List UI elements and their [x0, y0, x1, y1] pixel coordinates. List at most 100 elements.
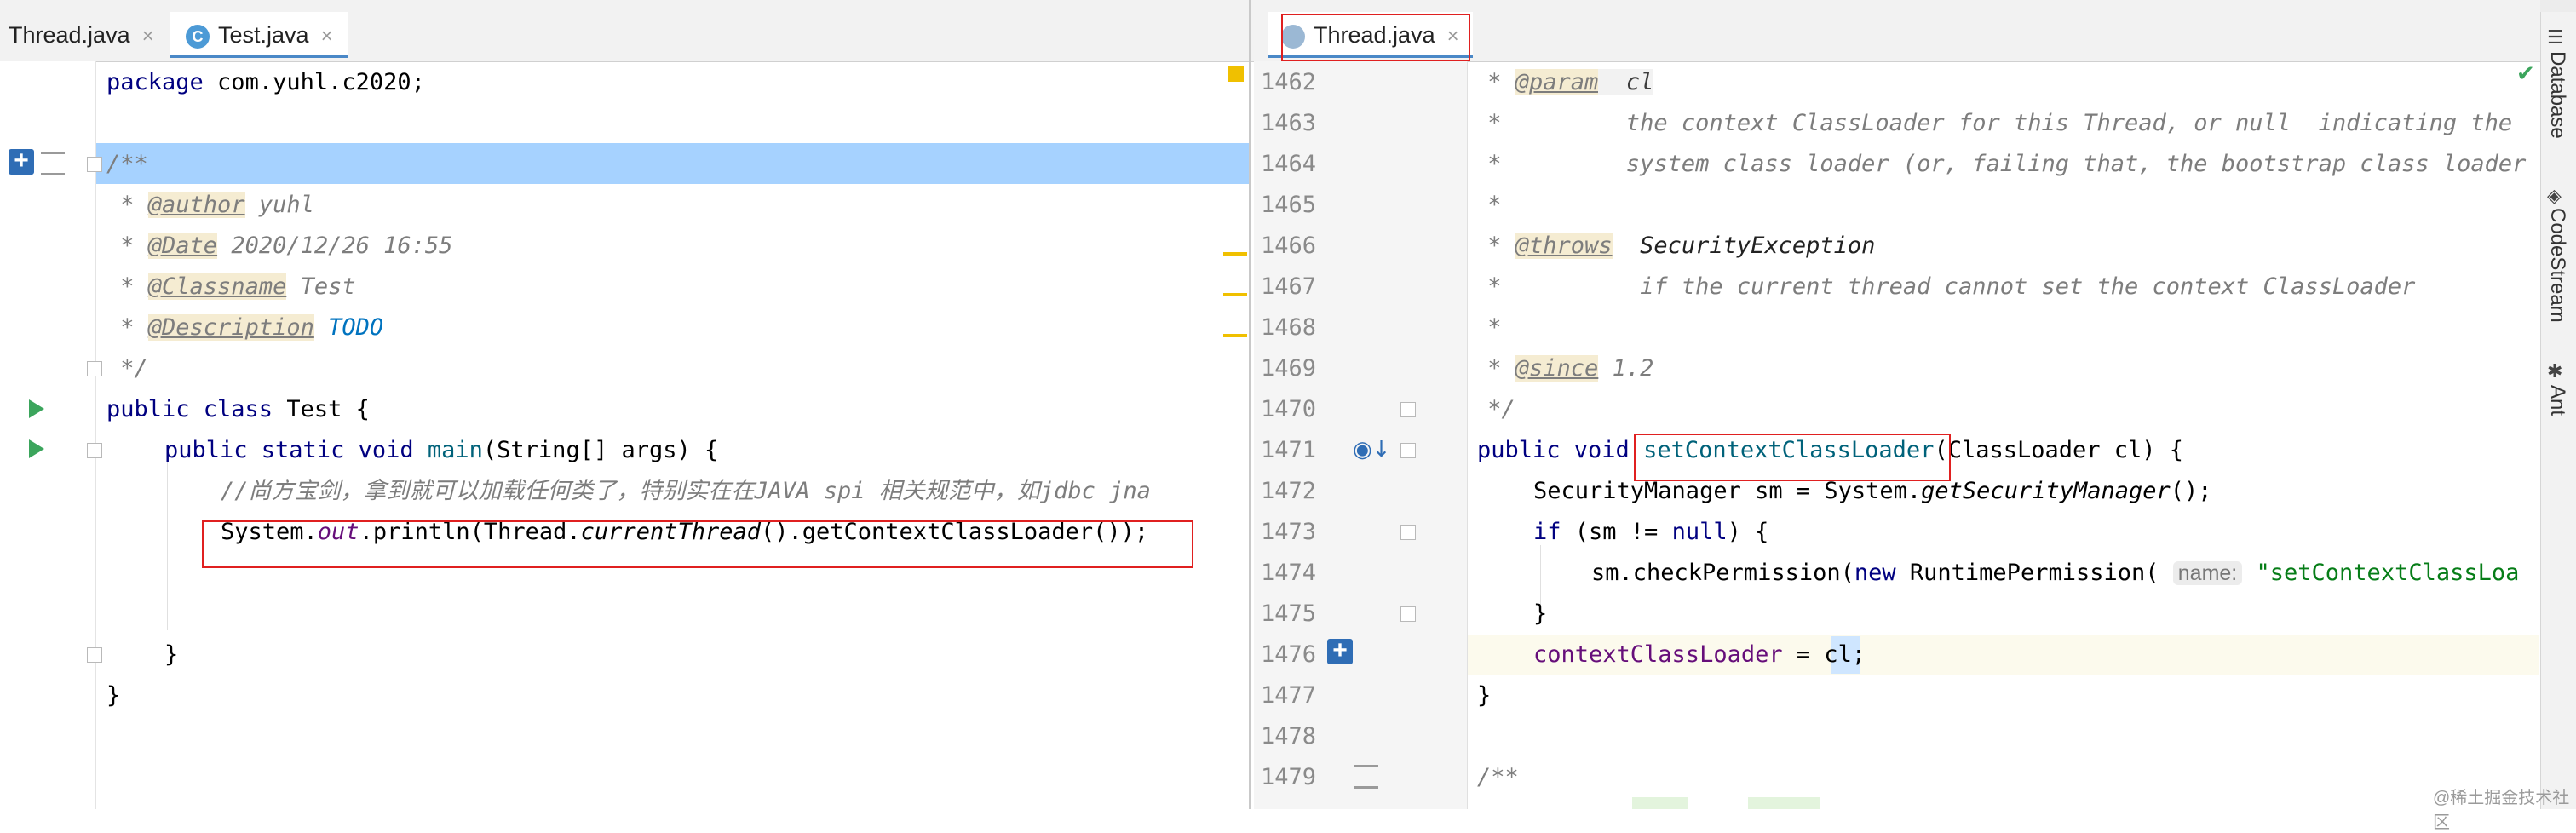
fold-icon[interactable]: [87, 157, 102, 172]
tool-ant[interactable]: Ant: [2545, 385, 2569, 416]
line-number: 1463: [1261, 110, 1317, 136]
comment-text: 2020/12/26 16:55: [217, 233, 453, 259]
code-line: * @Classname Test: [106, 267, 356, 307]
comment-text: *: [106, 233, 148, 259]
code-line: /**: [106, 151, 148, 177]
comment-text: *: [1474, 355, 1515, 382]
fold-icon[interactable]: [87, 443, 102, 458]
todo-text: TODO: [328, 314, 384, 341]
add-icon[interactable]: +: [9, 148, 34, 175]
list-icon[interactable]: [41, 152, 65, 175]
code-text: Test {: [273, 396, 370, 422]
static-method: getSecurityManager: [1921, 478, 2171, 504]
code-line: * system class loader (or, failing that,…: [1474, 151, 2527, 177]
comment-text: *: [1474, 69, 1515, 95]
comment-text: SecurityException: [1612, 233, 1876, 259]
line-number: 1468: [1261, 314, 1317, 341]
run-icon[interactable]: [29, 439, 44, 458]
code-text: =: [1782, 641, 1825, 668]
code-line: }: [1533, 600, 1548, 627]
line-number: 1475: [1261, 600, 1317, 627]
code-line: *: [1474, 192, 1502, 218]
setContextClassLoader-highlight-box: [1634, 434, 1951, 481]
code-line: package com.yuhl.c2020;: [106, 62, 425, 103]
code-line: public static void main(String[] args) {: [164, 430, 718, 471]
line-number: 1465: [1261, 192, 1317, 218]
code-line: public class Test {: [106, 389, 370, 430]
comment-text: yuhl: [244, 192, 314, 218]
ant-icon: ✱: [2547, 361, 2563, 382]
line-number: 1464: [1261, 151, 1317, 177]
string-literal: "setContextClassLoa: [2256, 560, 2520, 586]
code-line: //尚方宝剑，拿到就可以加载任何类了，特别实在在JAVA spi 相关规范中，如…: [221, 478, 1151, 504]
left-tab-bar: Thread.java × C Test.java ×: [0, 0, 1249, 62]
code-line: }: [106, 682, 121, 709]
code-line: if (sm != null) {: [1533, 512, 1768, 553]
class-icon: C: [186, 24, 210, 49]
comment-text: Test: [286, 273, 356, 300]
comment-text: *: [106, 314, 148, 341]
code-text: ;: [1851, 641, 1866, 668]
line-number: 1467: [1261, 273, 1317, 300]
javadoc-tag: @param: [1515, 69, 1599, 95]
close-icon[interactable]: ×: [142, 25, 154, 48]
code-line: */: [106, 355, 148, 382]
line-number: 1462: [1261, 69, 1317, 95]
keyword: public static void: [164, 437, 414, 463]
tab-label: Thread.java: [9, 22, 130, 48]
keyword: package: [106, 69, 204, 95]
code-line: }: [164, 641, 179, 668]
line-number: 1479: [1261, 764, 1317, 790]
method-name: main: [427, 437, 483, 463]
code-line: * @since 1.2: [1474, 348, 1653, 389]
code-line: /**: [1477, 764, 1519, 790]
code-text: (ClassLoader cl) {: [1934, 437, 2184, 463]
code-line: * if the current thread cannot set the c…: [1474, 273, 2416, 300]
keyword: public class: [106, 396, 273, 422]
line-number: 1470: [1261, 396, 1317, 422]
line-number: 1474: [1261, 560, 1317, 586]
diff-marker: [1748, 797, 1820, 809]
line-number: 1478: [1261, 723, 1317, 750]
instance-field: contextClassLoader: [1533, 641, 1783, 668]
line-number: 1472: [1261, 478, 1317, 504]
run-icon[interactable]: [29, 399, 44, 418]
comment-text: *: [106, 192, 148, 218]
code-text: sm.checkPermission(: [1591, 560, 1854, 586]
split-divider[interactable]: [1249, 0, 1251, 809]
comment-text: cl: [1598, 69, 1654, 95]
left-code: package com.yuhl.c2020; /** * @author yu…: [106, 62, 1248, 809]
code-text: com.yuhl.c2020;: [203, 69, 425, 95]
close-icon[interactable]: ×: [321, 25, 333, 48]
tab-label: Test.java: [218, 22, 309, 48]
code-text: ();: [2170, 478, 2212, 504]
line-number: 1469: [1261, 355, 1317, 382]
tool-database[interactable]: Database: [2545, 51, 2569, 139]
code-text: SecurityManager sm = System.: [1533, 478, 1922, 504]
code-text: (sm !=: [1561, 519, 1672, 545]
code-line: * @author yuhl: [106, 185, 314, 226]
keyword: new: [1854, 560, 1896, 586]
comment-text: *: [1474, 233, 1515, 259]
tool-codestream[interactable]: CodeStream: [2545, 208, 2569, 323]
line-number: 1471: [1261, 437, 1317, 463]
parameter-hint: name:: [2172, 561, 2243, 585]
diff-marker: [1632, 797, 1688, 809]
line-number: 1476: [1261, 641, 1317, 668]
thread-tab-highlight-box: [1281, 14, 1470, 61]
codestream-icon: ◈: [2547, 186, 2562, 207]
javadoc-tag: @Classname: [147, 273, 287, 300]
code-text: (String[] args) {: [482, 437, 719, 463]
tab-test-java[interactable]: C Test.java ×: [170, 12, 348, 58]
println-highlight-box: [202, 520, 1193, 568]
code-line: * @Description TODO: [106, 307, 383, 348]
watermark: @稀土掘金技术社区: [2433, 789, 2570, 832]
javadoc-tag: @throws: [1515, 233, 1613, 259]
check-icon: ✔: [2516, 61, 2535, 87]
line-number: 1466: [1261, 233, 1317, 259]
code-text: ) {: [1727, 519, 1769, 545]
tab-thread-java-left[interactable]: Thread.java ×: [9, 12, 154, 58]
fold-icon[interactable]: [87, 361, 102, 376]
fold-icon[interactable]: [87, 647, 102, 663]
code-line: }: [1477, 682, 1492, 709]
